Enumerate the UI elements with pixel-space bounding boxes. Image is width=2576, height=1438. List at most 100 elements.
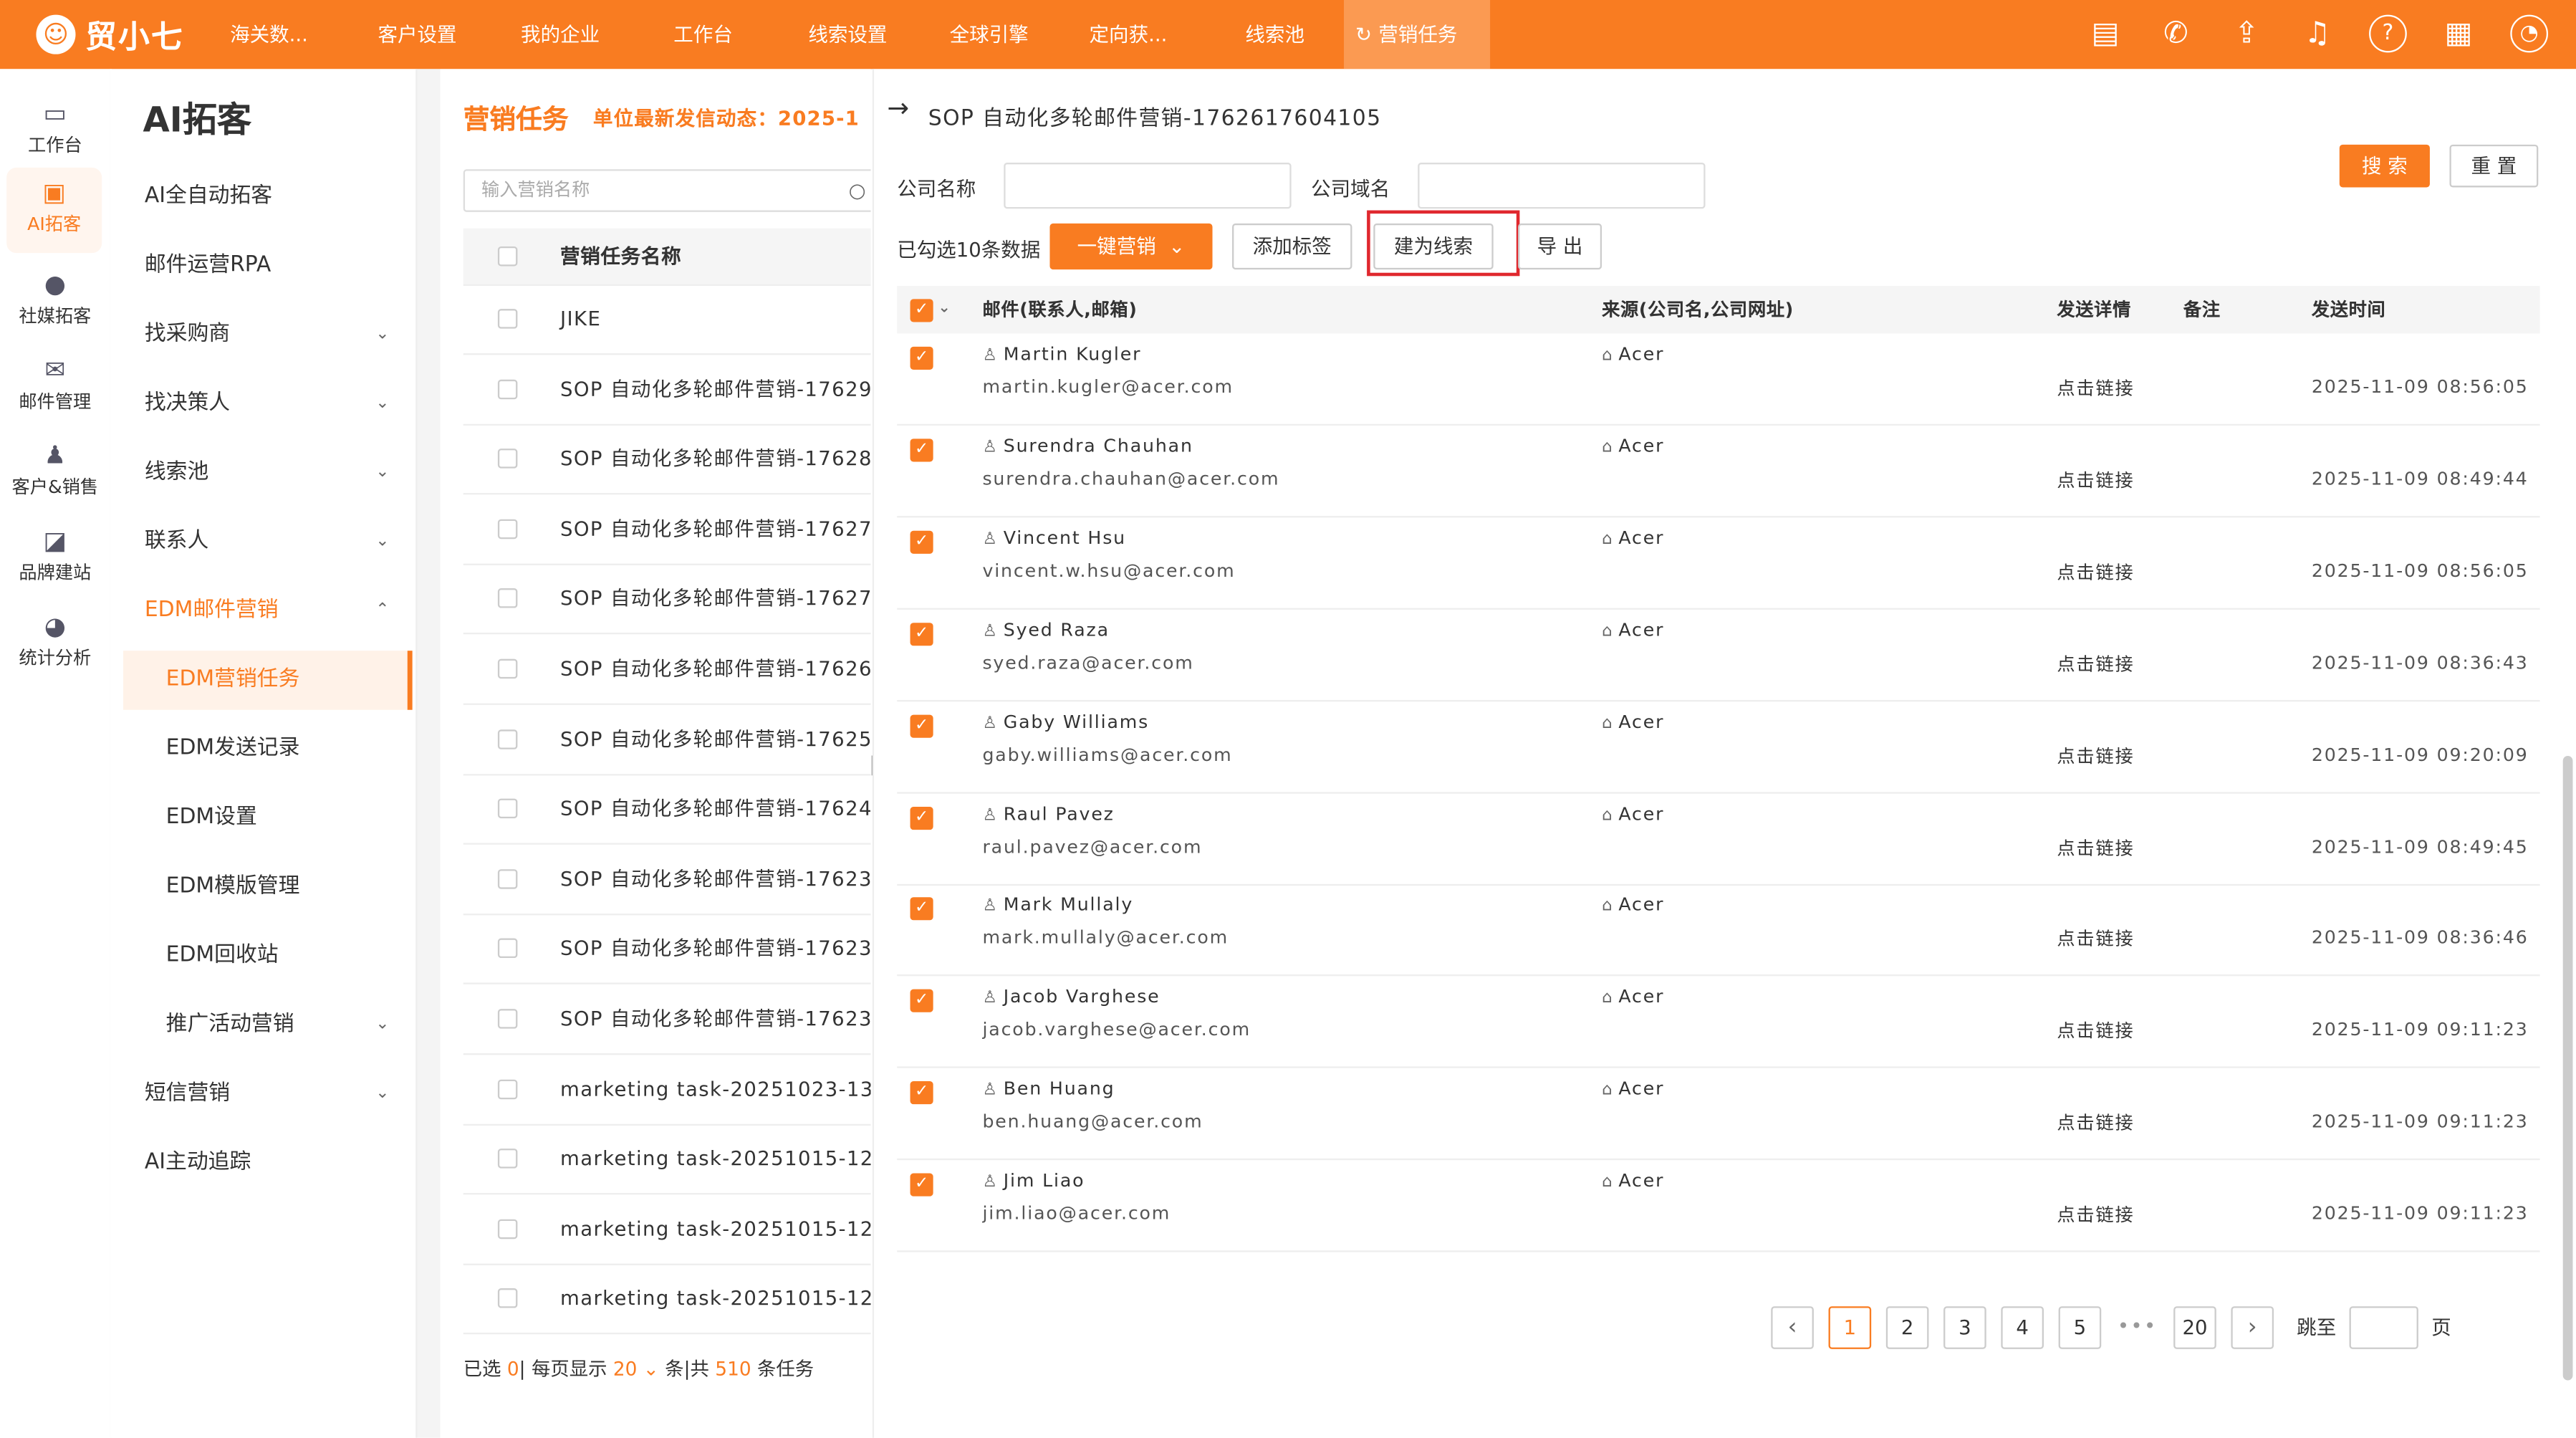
page-1[interactable]: 1 (1828, 1306, 1872, 1349)
rail-item-workbench[interactable]: ▭ 工作台 (0, 89, 110, 174)
contact-source[interactable]: ⌂ Acer (1602, 436, 1664, 457)
task-row-checkbox[interactable] (497, 1078, 518, 1099)
contact-row-checkbox[interactable]: ✓ (910, 438, 933, 462)
contact-row-checkbox[interactable]: ✓ (910, 622, 933, 646)
page-ellipsis[interactable]: ••• (2115, 1306, 2159, 1349)
contact-row-checkbox[interactable]: ✓ (910, 1081, 933, 1105)
contact-row-checkbox[interactable]: ✓ (910, 898, 933, 921)
page-3[interactable]: 3 (1943, 1306, 1986, 1349)
rail-item-ai-prospecting[interactable]: ▣ AI拓客 (6, 167, 102, 254)
task-search-input[interactable]: 输入营销名称 ○ (463, 169, 871, 212)
task-row-name[interactable]: SOP 自动化多轮邮件营销-17627 (560, 494, 870, 563)
contact-row-checkbox[interactable]: ✓ (910, 530, 933, 554)
page-5[interactable]: 5 (2058, 1306, 2102, 1349)
contact-source[interactable]: ⌂ Acer (1602, 343, 1664, 365)
contact-row-checkbox[interactable]: ✓ (910, 346, 933, 370)
task-row[interactable]: marketing task-20251015-122 (463, 1194, 871, 1265)
task-row[interactable]: SOP 自动化多轮邮件营销-17624 (463, 775, 871, 845)
rail-item-customers-sales[interactable]: ♟ 客户&销售 (0, 431, 110, 516)
task-row-checkbox[interactable] (497, 1149, 518, 1169)
nav-customer-settings[interactable]: 客户设置 (378, 0, 456, 69)
task-row-name[interactable]: SOP 自动化多轮邮件营销-17628 (560, 424, 870, 493)
page-4[interactable]: 4 (2001, 1306, 2044, 1349)
apps-grid-icon[interactable]: ▦ (2438, 13, 2479, 54)
page-20[interactable]: 20 (2173, 1306, 2216, 1349)
task-row[interactable]: marketing task-20251015-122 (463, 1265, 871, 1336)
task-row-checkbox[interactable] (497, 1009, 518, 1029)
search-button[interactable]: 搜 索 (2339, 144, 2430, 188)
send-detail-link[interactable]: 点击链接 (2057, 466, 2134, 493)
task-row-checkbox[interactable] (497, 1288, 518, 1309)
nav-lead-settings[interactable]: 线索设置 (808, 0, 887, 69)
task-row[interactable]: SOP 自动化多轮邮件营销-17623 (463, 844, 871, 915)
task-row-checkbox[interactable] (497, 799, 518, 819)
rail-item-statistics[interactable]: ◕ 统计分析 (0, 601, 110, 686)
menu-edm-templates[interactable]: EDM模版管理 (123, 858, 413, 917)
contact-source[interactable]: ⌂ Acer (1602, 802, 1664, 824)
prev-page-icon[interactable]: ‹ (1771, 1306, 1814, 1349)
task-row[interactable]: SOP 自动化多轮邮件营销-17628 (463, 424, 871, 495)
menu-find-buyers[interactable]: 找采购商 ⌄ (123, 306, 413, 365)
next-page-icon[interactable]: › (2231, 1306, 2274, 1349)
page-2[interactable]: 2 (1885, 1306, 1929, 1349)
task-row-checkbox[interactable] (497, 868, 518, 889)
menu-promo-campaigns[interactable]: 推广活动营销 ⌄ (123, 996, 413, 1055)
task-row-name[interactable]: marketing task-20251015-122 (560, 1194, 870, 1263)
select-all-contacts-checkbox[interactable]: ✓ (910, 299, 933, 322)
jump-page-input[interactable] (2349, 1306, 2418, 1349)
share-icon[interactable]: ⇪ (2226, 13, 2267, 54)
task-row-name[interactable]: SOP 自动化多轮邮件营销-17629 (560, 354, 870, 423)
menu-edm-recycle-bin[interactable]: EDM回收站 (123, 926, 413, 986)
nav-global-engine[interactable]: 全球引擎 (950, 0, 1029, 69)
task-row-checkbox[interactable] (497, 729, 518, 749)
menu-ai-tracking[interactable]: AI主动追踪 (123, 1133, 413, 1193)
menu-edm-tasks[interactable]: EDM营销任务 (123, 651, 413, 710)
avatar-icon[interactable]: ◔ (2509, 13, 2549, 54)
bell-icon[interactable]: ♫ (2297, 13, 2337, 54)
task-row-checkbox[interactable] (497, 519, 518, 539)
search-icon[interactable]: ○ (849, 171, 866, 211)
contact-row-checkbox[interactable]: ✓ (910, 1173, 933, 1197)
company-domain-input[interactable] (1418, 163, 1706, 209)
nav-targeted-acquisition[interactable]: 定向获... (1090, 0, 1168, 69)
task-row-checkbox[interactable] (497, 1219, 518, 1239)
task-row-checkbox[interactable] (497, 309, 518, 329)
menu-contacts[interactable]: 联系人 ⌄ (123, 513, 413, 572)
send-detail-link[interactable]: 点击链接 (2057, 1202, 2134, 1228)
task-row-name[interactable]: marketing task-20251023-133 (560, 1054, 870, 1123)
task-row-name[interactable]: SOP 自动化多轮邮件营销-17626 (560, 634, 870, 703)
task-row-name[interactable]: SOP 自动化多轮邮件营销-17624 (560, 775, 870, 843)
nav-customs-data[interactable]: 海关数... (230, 0, 308, 69)
send-detail-link[interactable]: 点击链接 (2057, 742, 2134, 769)
chevron-down-icon[interactable]: ⌄ (938, 286, 951, 334)
rail-item-email-management[interactable]: ✉ 邮件管理 (0, 345, 110, 431)
per-page-select[interactable]: 20 ⌄ (613, 1357, 659, 1380)
task-row-name[interactable]: JIKE (560, 284, 601, 353)
task-row[interactable]: SOP 自动化多轮邮件营销-17623 (463, 914, 871, 985)
menu-lead-pool[interactable]: 线索池 ⌄ (123, 444, 413, 503)
task-row-checkbox[interactable] (497, 378, 518, 399)
task-row-checkbox[interactable] (497, 588, 518, 609)
contact-source[interactable]: ⌂ Acer (1602, 619, 1664, 641)
contact-row-checkbox[interactable]: ✓ (910, 805, 933, 830)
send-detail-link[interactable]: 点击链接 (2057, 834, 2134, 861)
report-icon[interactable]: ▤ (2085, 13, 2125, 54)
rail-item-social-media[interactable]: ● 社媒拓客 (0, 259, 110, 345)
task-row-name[interactable]: SOP 自动化多轮邮件营销-17625 (560, 704, 870, 773)
select-all-checkbox[interactable] (497, 246, 518, 267)
menu-edm-settings[interactable]: EDM设置 (123, 789, 413, 848)
task-row[interactable]: SOP 自动化多轮邮件营销-17627 (463, 494, 871, 565)
nav-marketing-tasks[interactable]: ↻ 营销任务 (1344, 0, 1491, 69)
task-row[interactable]: SOP 自动化多轮邮件营销-17626 (463, 634, 871, 705)
whatsapp-icon[interactable]: ✆ (2156, 13, 2196, 54)
contact-row-checkbox[interactable]: ✓ (910, 989, 933, 1013)
bulk-marketing-button[interactable]: 一键营销 ⌄ (1049, 223, 1213, 270)
add-tag-button[interactable]: 添加标签 (1232, 223, 1352, 270)
contact-source[interactable]: ⌂ Acer (1602, 711, 1664, 732)
task-row[interactable]: SOP 自动化多轮邮件营销-17629 (463, 354, 871, 426)
send-detail-link[interactable]: 点击链接 (2057, 1109, 2134, 1136)
contact-source[interactable]: ⌂ Acer (1602, 895, 1664, 916)
task-row-name[interactable]: SOP 自动化多轮邮件营销-17623 (560, 984, 870, 1053)
menu-email-rpa[interactable]: 邮件运营RPA (123, 236, 413, 296)
nav-workbench[interactable]: 工作台 (673, 0, 733, 69)
